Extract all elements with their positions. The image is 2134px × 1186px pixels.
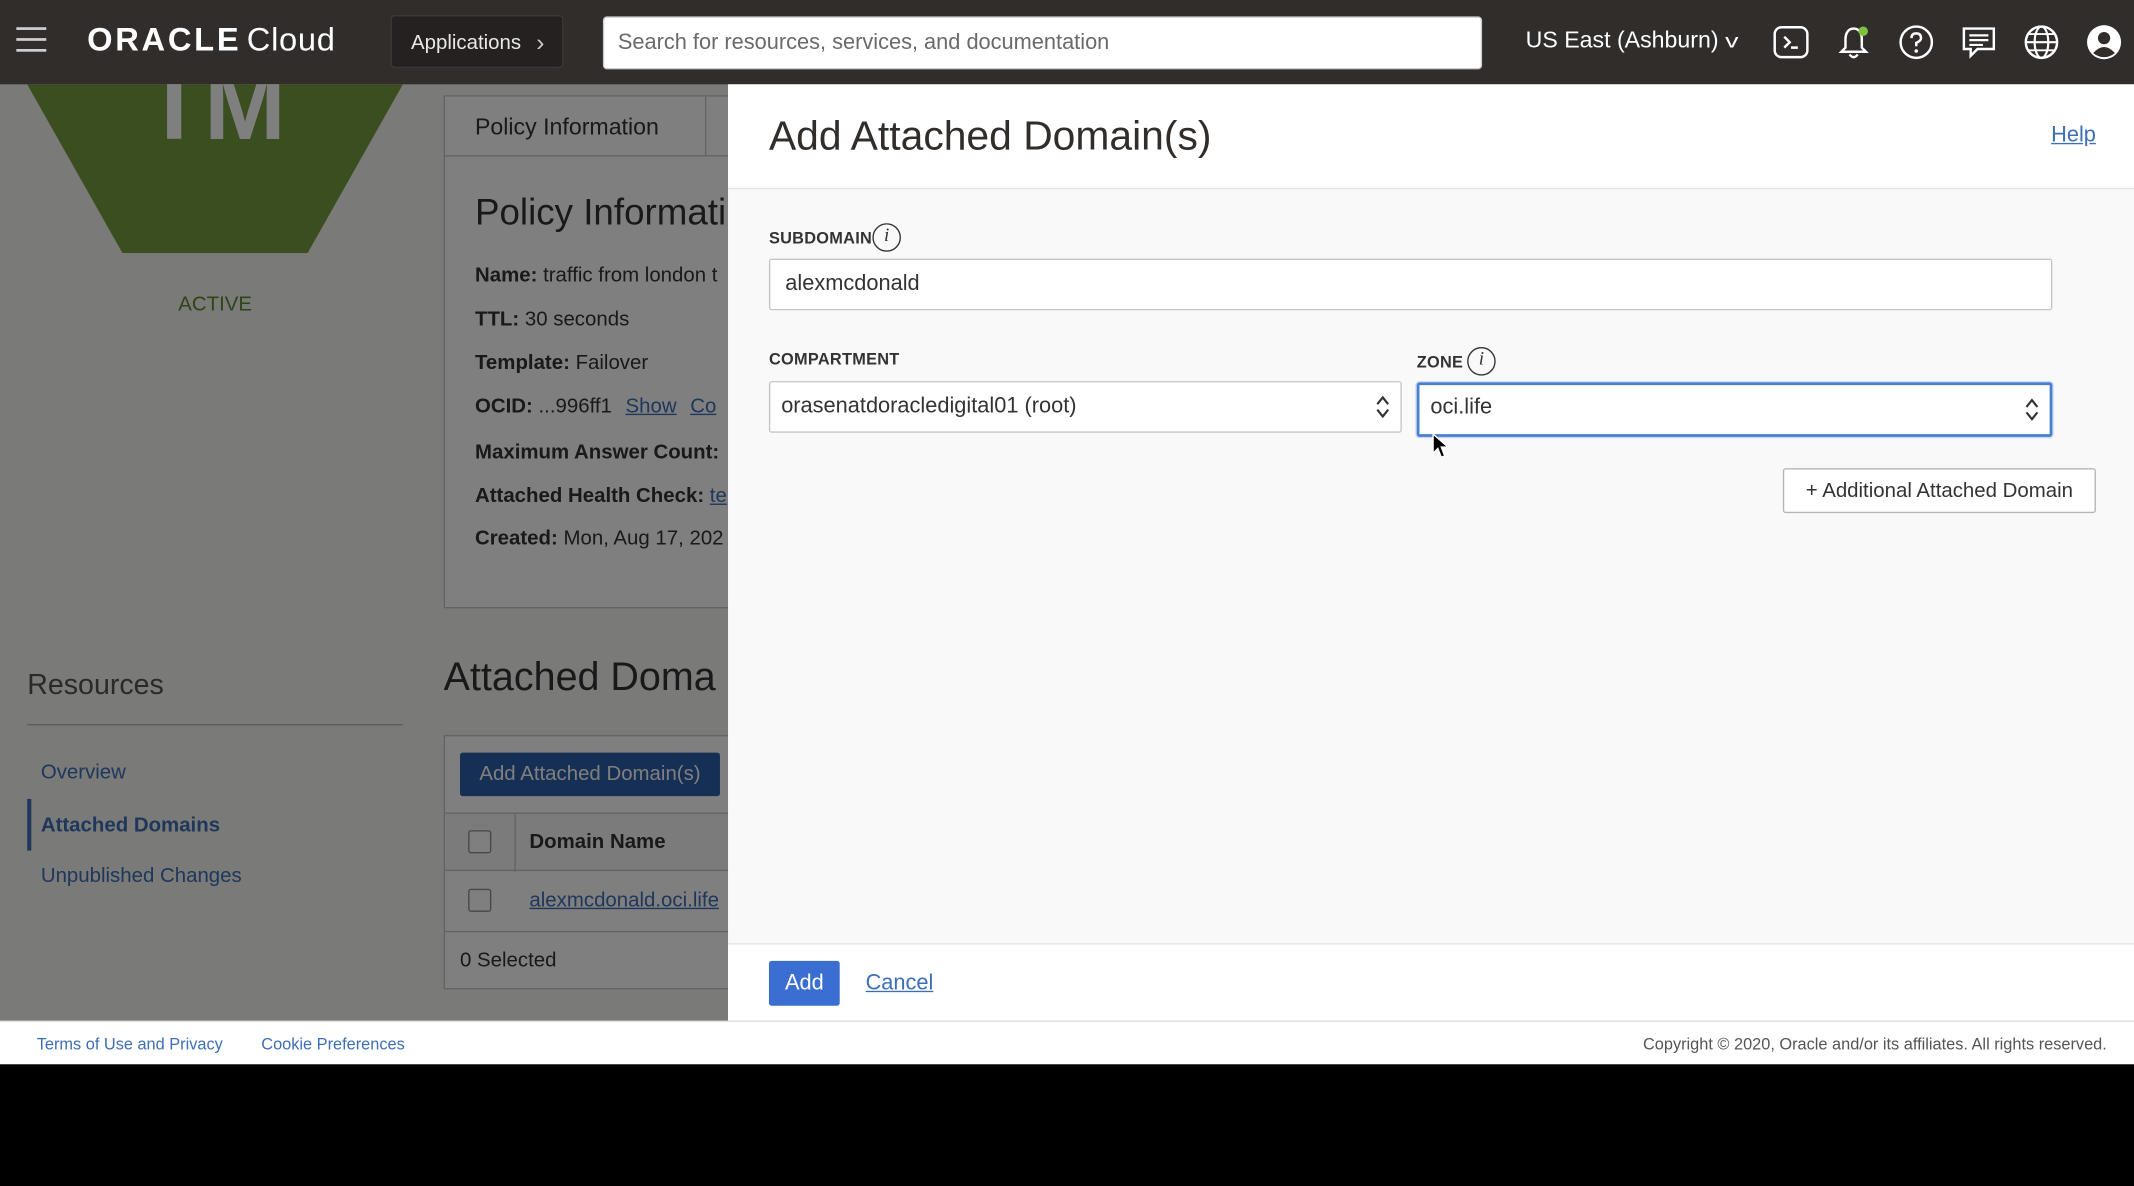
cancel-link[interactable]: Cancel — [866, 972, 934, 996]
cookie-preferences-link[interactable]: Cookie Preferences — [261, 1034, 404, 1053]
panel-title: Add Attached Domain(s) — [768, 114, 1212, 160]
page-footer: Terms of Use and Privacy Cookie Preferen… — [0, 1020, 2134, 1065]
chevron-right-icon: › — [536, 28, 545, 56]
user-icon[interactable] — [2085, 23, 2123, 61]
help-link[interactable]: Help — [2051, 124, 2096, 148]
oracle-cloud-logo[interactable]: ORACLE Cloud — [87, 22, 335, 60]
chat-icon[interactable] — [1960, 23, 1998, 61]
select-arrows-icon — [1376, 395, 1390, 419]
hamburger-menu-icon[interactable] — [16, 27, 47, 57]
zone-info-icon[interactable]: i — [1467, 347, 1496, 376]
add-button[interactable]: Add — [768, 960, 840, 1006]
zone-label: ZONE — [1416, 352, 1464, 372]
chevron-down-icon: v — [1724, 29, 1739, 52]
search-input[interactable] — [602, 16, 1483, 70]
copyright-text: Copyright © 2020, Oracle and/or its affi… — [1642, 1034, 2107, 1054]
panel-header: Add Attached Domain(s) Help — [728, 84, 2134, 190]
globe-icon[interactable] — [2022, 23, 2060, 61]
additional-attached-domain-button[interactable]: + Additional Attached Domain — [1782, 468, 2096, 514]
applications-button[interactable]: Applications › — [390, 14, 564, 69]
terms-link[interactable]: Terms of Use and Privacy — [37, 1034, 223, 1053]
compartment-label: COMPARTMENT — [768, 349, 900, 369]
compartment-select[interactable]: orasenatdoracledigital01 (root) — [768, 381, 1402, 433]
panel-footer: Add Cancel — [728, 943, 2134, 1021]
region-selector[interactable]: US East (Ashburn) v — [1526, 27, 1739, 54]
help-icon[interactable] — [1897, 23, 1935, 61]
zone-select[interactable]: oci.life — [1416, 382, 2053, 437]
subdomain-info-icon[interactable]: i — [872, 223, 901, 252]
select-arrows-icon — [2025, 398, 2039, 421]
top-navigation-bar: ORACLECloud Applications› US East (Ashbu… — [0, 0, 2134, 85]
screen: ORACLECloud Applications› US East (Ashbu… — [0, 0, 2134, 1186]
mouse-cursor-icon — [1432, 432, 1450, 459]
subdomain-label: SUBDOMAIN — [768, 228, 873, 248]
cloud-shell-icon[interactable] — [1772, 23, 1810, 61]
add-attached-domains-panel: Add Attached Domain(s) Help SUBDOMAIN i … — [728, 84, 2134, 1021]
bell-icon[interactable] — [1835, 23, 1873, 61]
modal-backdrop[interactable] — [0, 84, 729, 1021]
subdomain-input[interactable] — [768, 258, 2053, 311]
